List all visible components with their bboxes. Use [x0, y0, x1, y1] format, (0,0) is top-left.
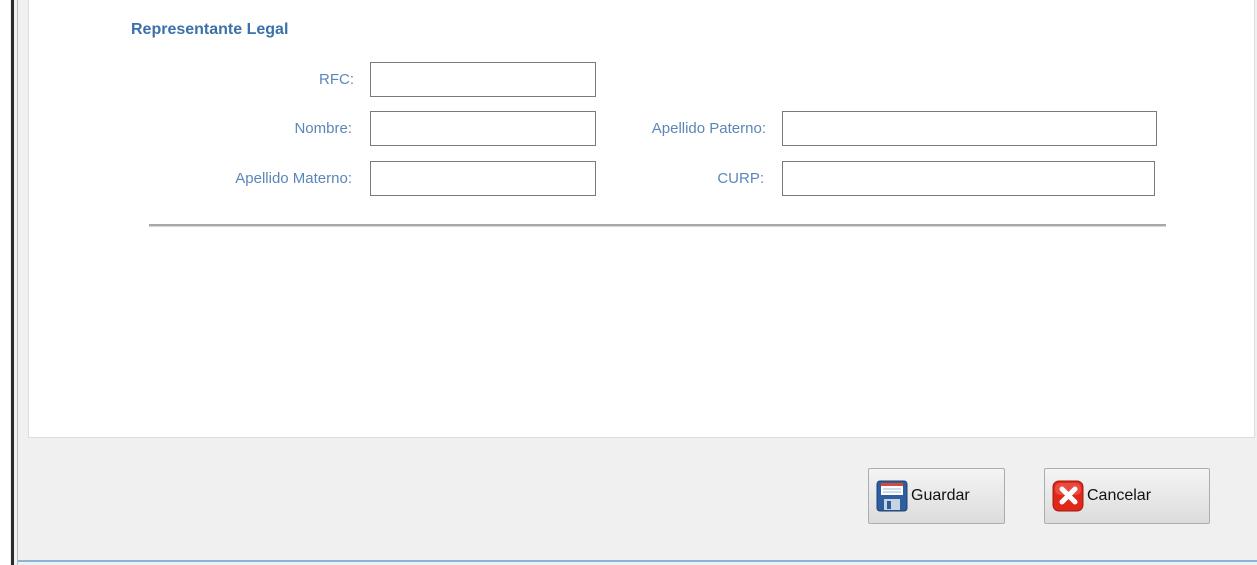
rfc-label: RFC: [319, 71, 354, 88]
cancel-button-label: Cancelar [1087, 487, 1152, 504]
save-button-label: Guardar [911, 487, 970, 504]
section-title: Representante Legal [131, 21, 289, 38]
floppy-disk-icon [875, 479, 909, 513]
apellido-materno-input[interactable] [370, 161, 596, 196]
curp-label: CURP: [717, 170, 764, 187]
nombre-label: Nombre: [294, 120, 352, 137]
apellido-paterno-input[interactable] [782, 111, 1157, 146]
form-panel [28, 0, 1255, 438]
window-left-edge [0, 0, 10, 565]
save-button[interactable]: Guardar [868, 468, 1005, 524]
window-left-border-inner [17, 0, 18, 565]
apellido-materno-label: Apellido Materno: [235, 170, 352, 187]
red-x-icon [1051, 479, 1085, 513]
section-divider-shadow [149, 226, 1166, 227]
cancel-button[interactable]: Cancelar [1044, 468, 1210, 524]
curp-input[interactable] [782, 161, 1155, 196]
apellido-paterno-label: Apellido Paterno: [651, 120, 766, 137]
rfc-input[interactable] [370, 62, 596, 97]
window-left-border [11, 0, 14, 565]
window-bottom-border [18, 560, 1257, 562]
nombre-input[interactable] [370, 111, 596, 146]
